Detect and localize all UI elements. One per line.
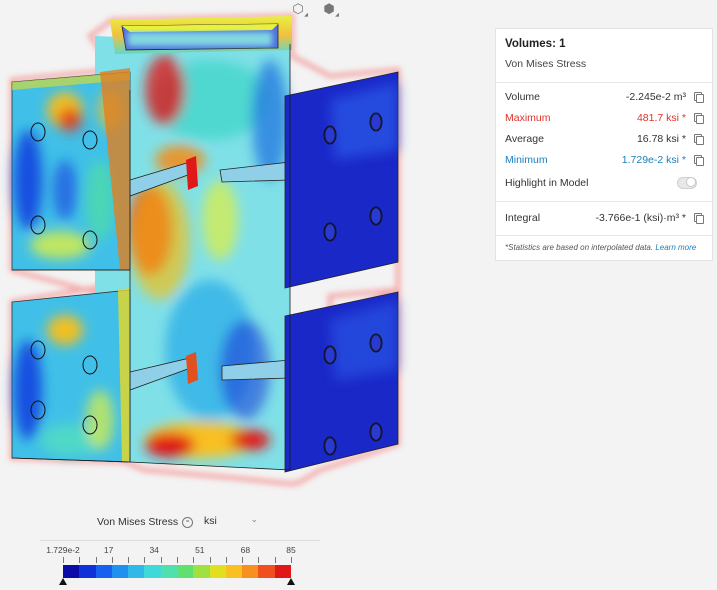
legend-tick-label: 1.729e-2 bbox=[46, 545, 80, 555]
stat-value: -2.245e-2 m³ bbox=[625, 91, 686, 103]
stat-label: Average bbox=[505, 133, 544, 145]
colorbar-segment bbox=[209, 565, 226, 578]
stat-row-volume: Volume -2.245e-2 m³ bbox=[505, 89, 704, 105]
stat-value: 1.729e-2 ksi * bbox=[621, 154, 686, 166]
legend-colorbar bbox=[63, 565, 291, 578]
unit-select[interactable]: ksi ⌄ bbox=[196, 509, 264, 533]
legend-minor-tick bbox=[63, 557, 64, 563]
colorbar-segment bbox=[258, 565, 275, 578]
colorbar-segment bbox=[242, 565, 259, 578]
legend-minor-tick bbox=[177, 557, 178, 563]
colorbar-segment bbox=[111, 565, 129, 578]
legend-tick-label: 51 bbox=[195, 545, 205, 555]
highlight-label: Highlight in Model bbox=[505, 177, 589, 189]
legend-settings-icon[interactable]: = bbox=[182, 516, 194, 528]
stat-value: -3.766e-1 (ksi)·m³ * bbox=[595, 212, 686, 224]
legend-tick-label: 34 bbox=[149, 545, 159, 555]
stat-value: 16.78 ksi * bbox=[636, 133, 686, 145]
legend-tick-label: 17 bbox=[103, 545, 114, 555]
legend-tick-label: 85 bbox=[286, 545, 296, 555]
panel-subtitle: Von Mises Stress bbox=[505, 58, 587, 70]
stat-row-average: Average 16.78 ksi * bbox=[505, 131, 704, 147]
stat-row-integral: Integral -3.766e-1 (ksi)·m³ * bbox=[505, 210, 704, 226]
divider bbox=[496, 82, 712, 83]
stat-label: Integral bbox=[505, 212, 541, 224]
stat-row-maximum[interactable]: Maximum 481.7 ksi * bbox=[505, 110, 704, 126]
panel-title: Volumes: 1 bbox=[505, 38, 566, 50]
stat-label: Volume bbox=[505, 91, 541, 103]
view-solid-button[interactable]: ⬢ ◢ bbox=[317, 0, 341, 19]
stress-model bbox=[9, 13, 401, 487]
copy-icon[interactable] bbox=[692, 154, 704, 166]
divider bbox=[496, 235, 712, 236]
statistics-note: *Statistics are based on interpolated da… bbox=[505, 243, 696, 252]
stat-label: Maximum bbox=[505, 112, 551, 124]
corner-arrow-icon: ◢ bbox=[304, 12, 308, 18]
highlight-toggle[interactable] bbox=[677, 177, 697, 189]
legend-minor-tick bbox=[79, 557, 81, 563]
legend-minor-tick bbox=[95, 557, 97, 563]
corner-arrow-icon: ◢ bbox=[335, 12, 339, 18]
legend-minor-tick bbox=[242, 557, 244, 563]
legend-minor-tick bbox=[144, 557, 146, 563]
colorbar-segment bbox=[176, 565, 194, 578]
copy-icon[interactable] bbox=[692, 112, 704, 124]
legend-minor-tick bbox=[193, 557, 195, 563]
highlight-in-model-row: Highlight in Model bbox=[505, 175, 704, 191]
stat-label: Minimum bbox=[505, 154, 548, 166]
stat-value: 481.7 ksi * bbox=[636, 112, 686, 124]
colorbar-segment bbox=[225, 565, 243, 578]
max-marker-handle[interactable] bbox=[287, 578, 295, 585]
copy-icon[interactable] bbox=[692, 212, 704, 224]
learn-more-link[interactable]: Learn more bbox=[655, 243, 696, 252]
divider bbox=[496, 201, 712, 202]
legend-minor-tick bbox=[225, 557, 227, 563]
colorbar-segment bbox=[95, 565, 112, 578]
colorbar-segment bbox=[193, 565, 210, 578]
legend-tick-label: 68 bbox=[240, 545, 251, 555]
colorbar-segment bbox=[274, 565, 291, 578]
legend-minor-tick bbox=[291, 557, 292, 563]
stat-row-minimum[interactable]: Minimum 1.729e-2 ksi * bbox=[505, 152, 704, 168]
wireframe-cube-icon: ⬡ bbox=[292, 1, 304, 17]
legend-divider bbox=[40, 540, 320, 541]
colorbar-segment bbox=[79, 565, 96, 578]
legend-header: Von Mises Stress = bbox=[97, 513, 194, 531]
chevron-down-icon: ⌄ bbox=[250, 514, 258, 524]
note-text: *Statistics are based on interpolated da… bbox=[505, 243, 654, 252]
legend-minor-tick bbox=[258, 557, 260, 563]
unit-value: ksi bbox=[204, 515, 217, 527]
min-marker-handle[interactable] bbox=[59, 578, 67, 585]
solid-cube-icon: ⬢ bbox=[323, 1, 335, 17]
legend-title: Von Mises Stress bbox=[97, 516, 179, 528]
legend-minor-tick bbox=[128, 557, 130, 563]
colorbar-segment bbox=[144, 565, 161, 578]
legend-minor-tick bbox=[111, 557, 113, 563]
result-statistics-panel: Volumes: 1 Von Mises Stress Volume -2.24… bbox=[495, 28, 713, 261]
copy-icon[interactable] bbox=[692, 133, 704, 145]
colorbar-segment bbox=[128, 565, 145, 578]
legend-minor-tick bbox=[274, 557, 276, 563]
colorbar-segment bbox=[63, 565, 80, 578]
view-wireframe-button[interactable]: ⬡ ◢ bbox=[286, 0, 310, 19]
legend-minor-tick bbox=[209, 557, 211, 563]
copy-icon[interactable] bbox=[692, 91, 704, 103]
legend-minor-tick bbox=[160, 557, 162, 563]
colorbar-segment bbox=[160, 565, 177, 578]
